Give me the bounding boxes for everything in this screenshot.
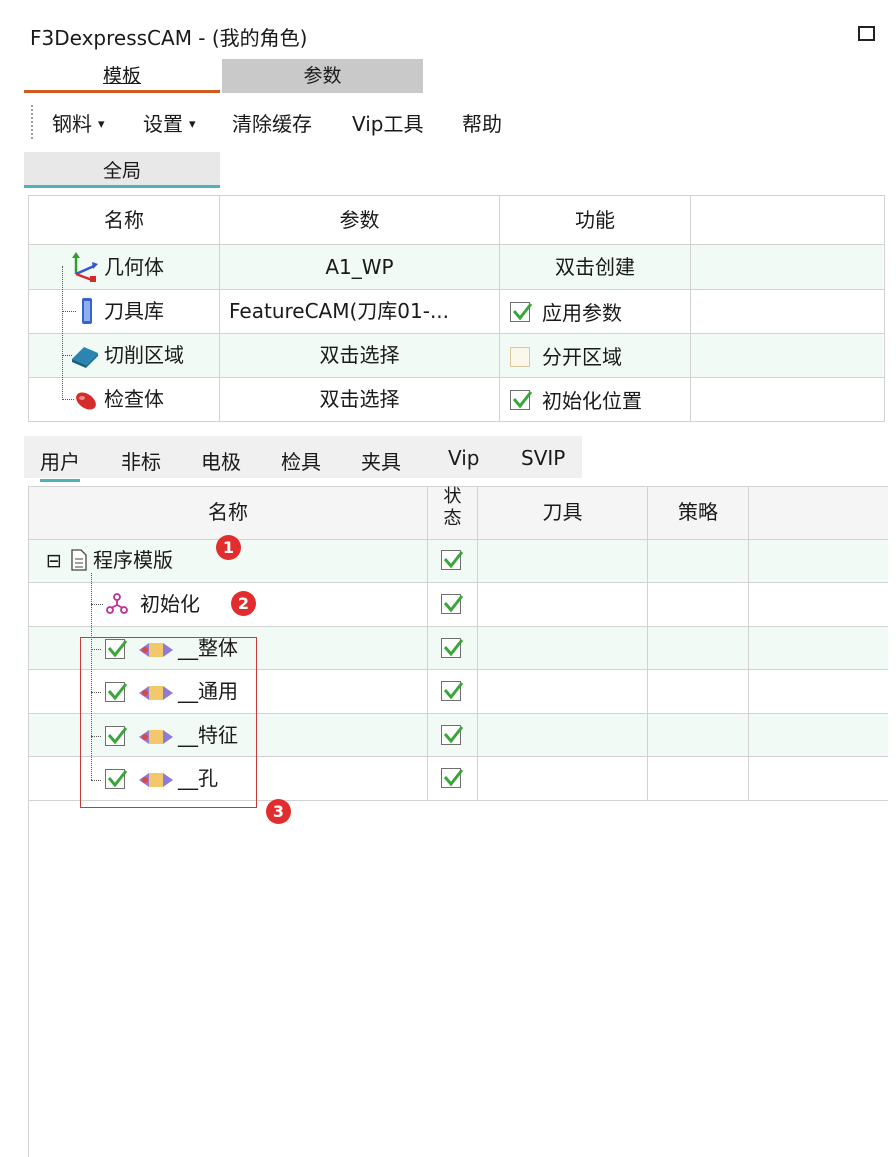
col-header-function[interactable]: 功能 — [500, 198, 690, 242]
status-checkbox[interactable] — [441, 681, 464, 701]
tab-global[interactable]: 全局 — [24, 152, 220, 188]
status-checkbox[interactable] — [441, 725, 464, 745]
chevron-down-icon: ▾ — [98, 117, 105, 132]
col-header-param[interactable]: 参数 — [220, 198, 499, 242]
col-header-name[interactable]: 名称 — [29, 198, 219, 242]
row-param[interactable]: 双击选择 — [220, 333, 499, 377]
row-function[interactable]: 双击创建 — [500, 245, 690, 289]
col-header-tool[interactable]: 刀具 — [478, 490, 647, 534]
check-icon — [443, 726, 464, 744]
menu-help[interactable]: 帮助 — [462, 108, 502, 137]
check-icon — [443, 551, 464, 569]
row-param[interactable]: 双击选择 — [220, 377, 499, 421]
row-param[interactable]: A1_WP — [220, 245, 499, 289]
toolbar-grip[interactable] — [30, 104, 34, 140]
tab-electrode[interactable]: 电极 — [201, 446, 241, 475]
status-checkbox[interactable] — [441, 550, 464, 570]
row-name: 刀具库 — [104, 299, 164, 323]
row-function: 分开区域 — [542, 345, 622, 369]
tab-template[interactable]: 模板 — [24, 59, 220, 93]
axes-icon — [72, 252, 98, 282]
check-icon — [512, 303, 533, 321]
check-icon — [443, 769, 464, 787]
row-function: 初始化位置 — [542, 389, 642, 413]
annotation-marker: 1 — [216, 535, 241, 560]
row-name: 切削区域 — [104, 343, 184, 367]
annotation-marker: 3 — [266, 799, 291, 824]
annotation-marker: 2 — [231, 591, 256, 616]
tab-svip[interactable]: SVIP — [521, 446, 565, 470]
col-header-name[interactable]: 名称 — [29, 490, 427, 534]
row-name: 程序模版 — [93, 548, 173, 572]
col-header-status[interactable]: 状 态 — [428, 486, 477, 530]
tab-user[interactable]: 用户 — [40, 446, 80, 482]
annotation-box — [80, 637, 257, 808]
init-position-checkbox[interactable] — [510, 390, 533, 410]
check-body-icon — [76, 392, 96, 410]
menu-clear-cache[interactable]: 清除缓存 — [232, 108, 312, 137]
apply-params-checkbox[interactable] — [510, 302, 533, 322]
tab-fixture[interactable]: 夹具 — [361, 446, 401, 475]
check-icon — [443, 682, 464, 700]
status-checkbox[interactable] — [441, 768, 464, 788]
tab-parameters[interactable]: 参数 — [222, 59, 423, 93]
row-name: 初始化 — [140, 592, 200, 616]
collapse-icon[interactable]: ⊟ — [46, 550, 62, 572]
row-function: 应用参数 — [542, 301, 622, 325]
row-name: 检查体 — [104, 387, 164, 411]
window-title: F3DexpressCAM - (我的角色) — [30, 26, 308, 50]
check-icon — [443, 639, 464, 657]
tab-vip[interactable]: Vip — [448, 446, 480, 470]
menu-vip-tools[interactable]: Vip工具 — [352, 108, 424, 137]
col-header-strategy[interactable]: 策略 — [648, 490, 748, 534]
check-icon — [512, 391, 533, 409]
maximize-icon[interactable] — [858, 26, 875, 41]
init-node-icon — [106, 593, 128, 614]
tab-inspection[interactable]: 检具 — [281, 446, 321, 475]
menu-settings[interactable]: 设置 ▾ — [143, 108, 196, 137]
tab-nonstandard[interactable]: 非标 — [121, 446, 161, 475]
row-param[interactable]: FeatureCAM(刀库01-... — [229, 289, 497, 333]
tool-library-icon — [82, 298, 92, 324]
menu-steel[interactable]: 钢料 ▾ — [52, 108, 105, 137]
chevron-down-icon: ▾ — [189, 117, 196, 132]
document-icon — [71, 549, 87, 571]
check-icon — [443, 595, 464, 613]
status-checkbox[interactable] — [441, 638, 464, 658]
row-name: 几何体 — [104, 255, 164, 279]
cut-area-icon — [72, 347, 98, 368]
split-area-checkbox[interactable] — [510, 347, 530, 367]
status-checkbox[interactable] — [441, 594, 464, 614]
